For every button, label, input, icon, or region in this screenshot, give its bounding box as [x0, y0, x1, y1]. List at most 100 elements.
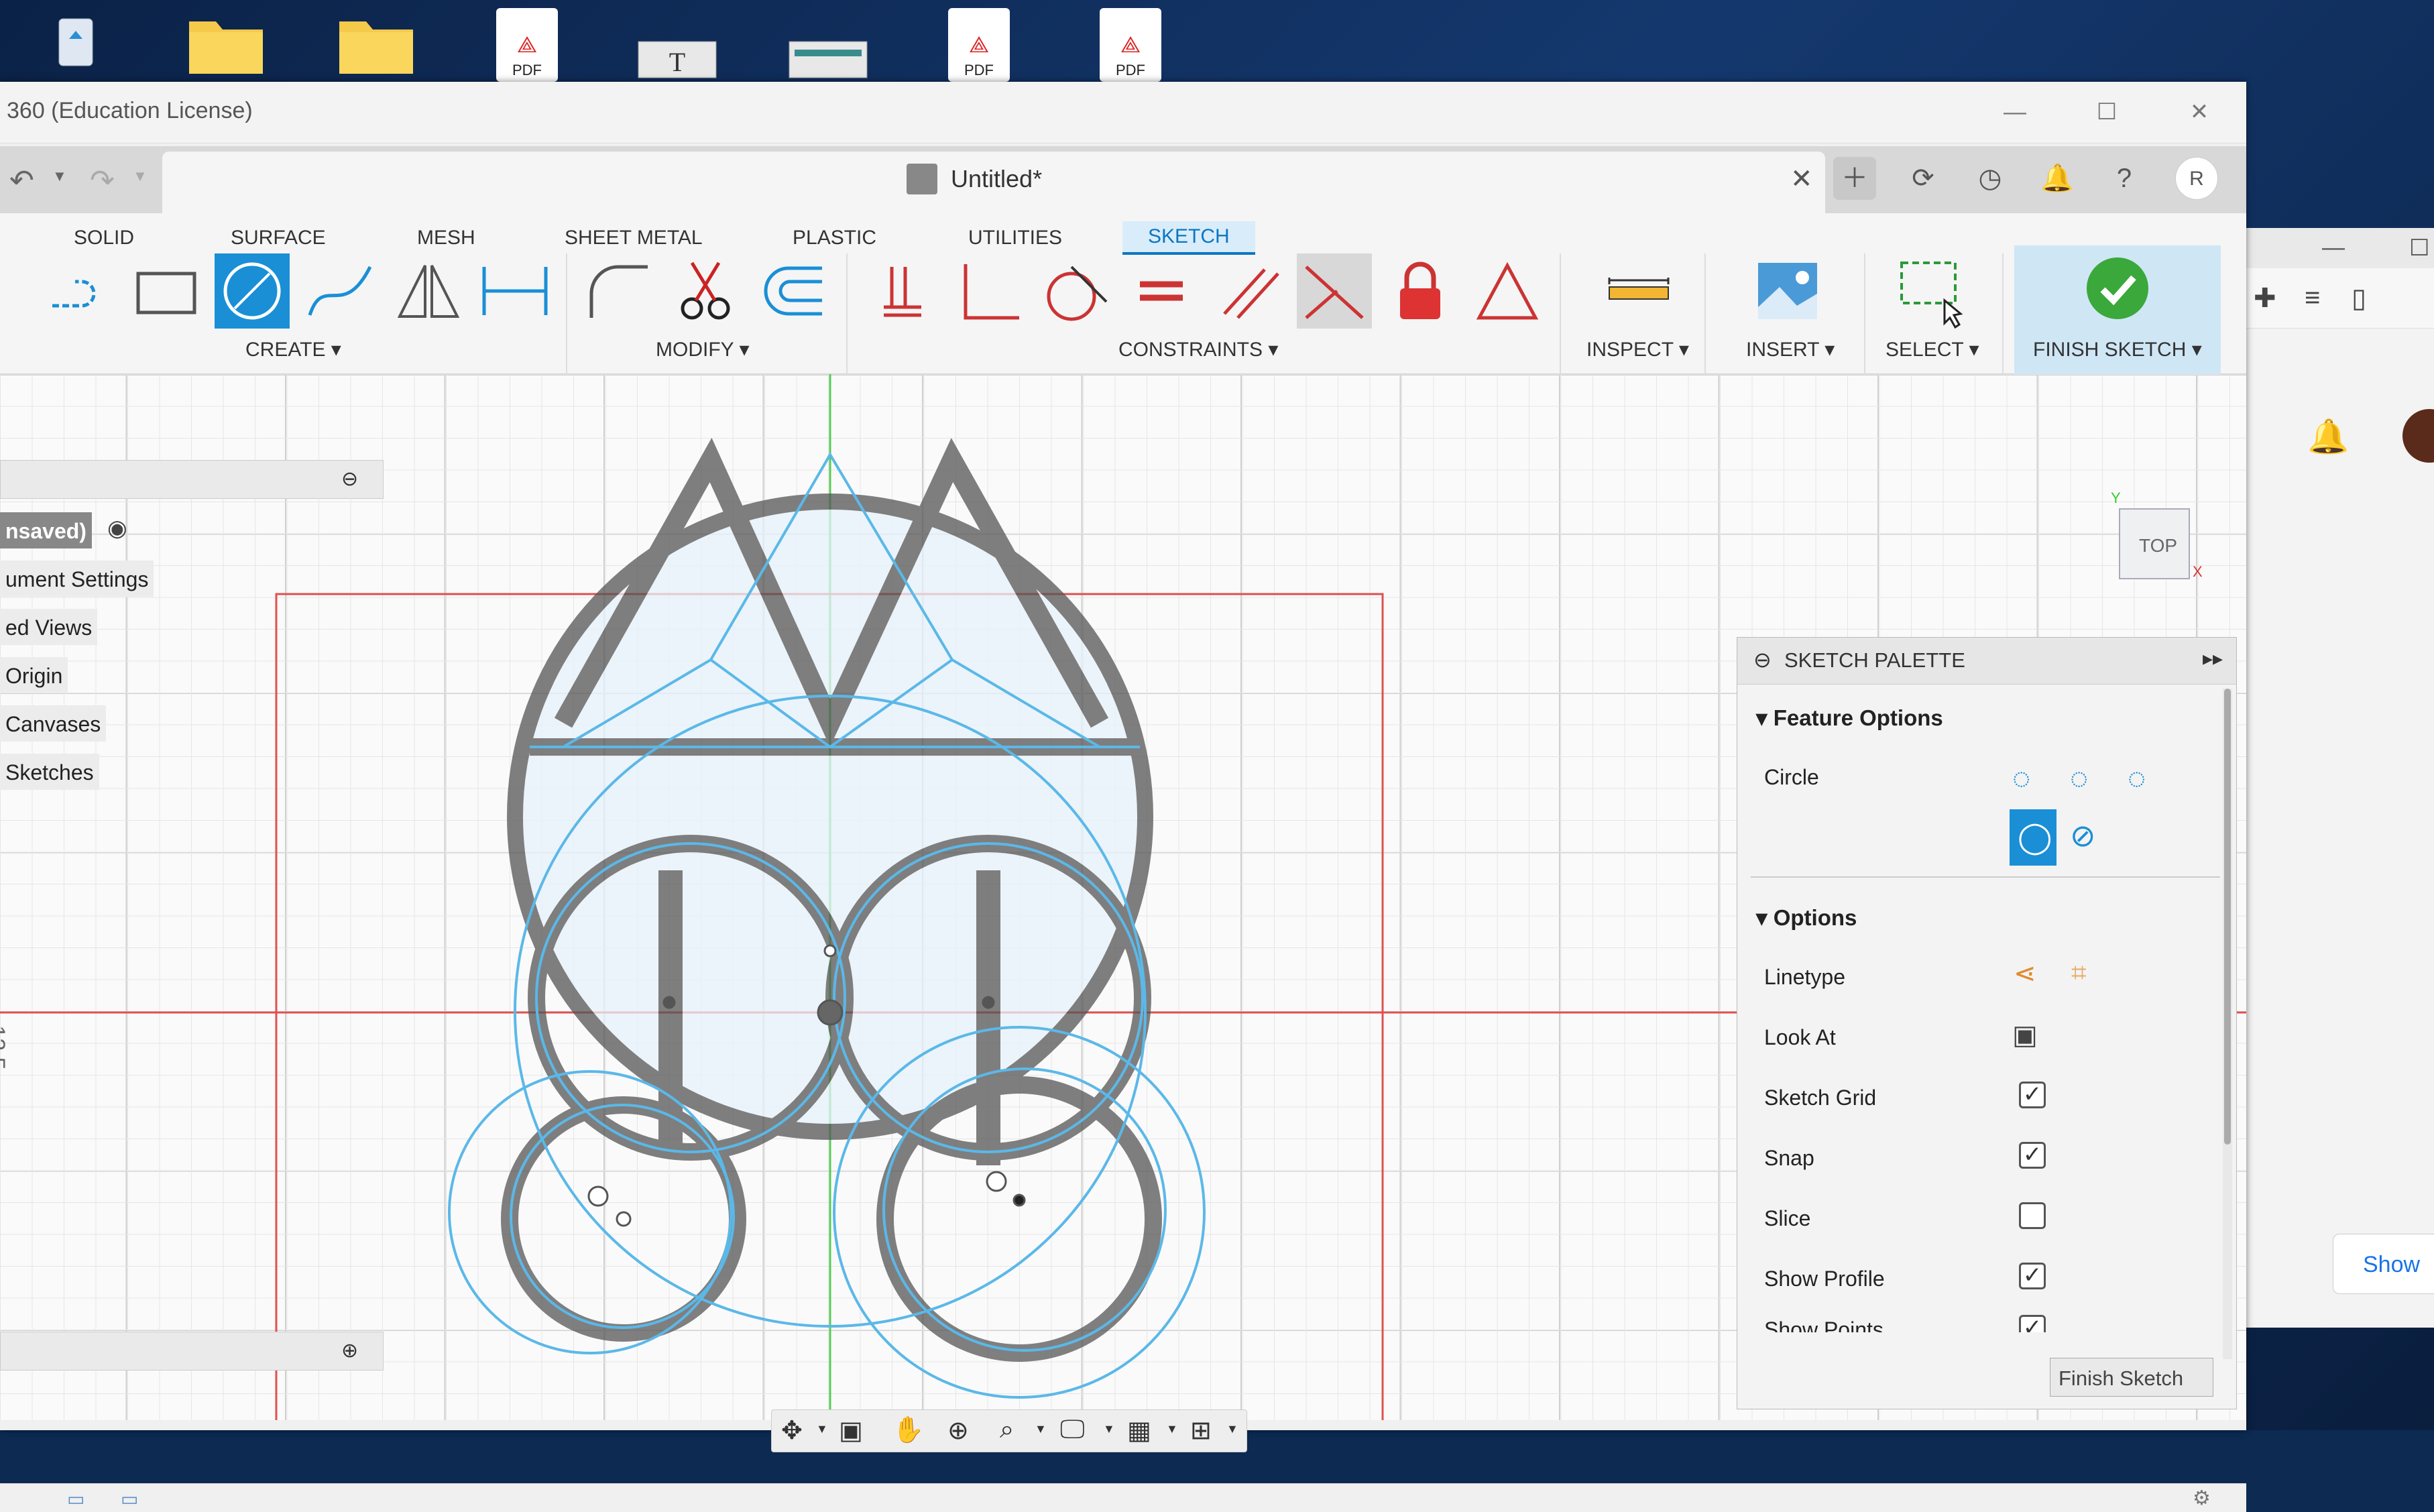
- options-heading[interactable]: ▾ Options: [1756, 905, 1857, 931]
- pan-hand-icon[interactable]: ✋: [892, 1415, 924, 1445]
- look-at-nav-icon[interactable]: ▣: [839, 1415, 863, 1446]
- orbit-dropdown-icon[interactable]: ▼: [816, 1422, 828, 1436]
- centerline-linetype-icon[interactable]: ⌗: [2071, 958, 2087, 988]
- redo-dropdown-icon[interactable]: ▼: [133, 168, 148, 185]
- offset-tool-icon[interactable]: [755, 253, 830, 329]
- zoom-icon[interactable]: ⊕: [947, 1415, 969, 1446]
- tab-solid[interactable]: SOLID: [74, 227, 134, 249]
- two-point-circle-icon[interactable]: ◌: [2070, 760, 2088, 796]
- fix-lock-constraint-icon[interactable]: [1383, 253, 1458, 329]
- look-at-icon[interactable]: ▣: [2012, 1020, 2038, 1051]
- extensions-icon[interactable]: ✚: [2254, 283, 2276, 314]
- media-queue-icon[interactable]: ≡: [2305, 283, 2320, 313]
- select-menu[interactable]: SELECT ▾: [1886, 338, 1979, 361]
- insert-image-icon[interactable]: [1750, 253, 1825, 329]
- pdf-file-icon[interactable]: ⟁ PDF: [495, 5, 575, 82]
- measure-ruler-icon[interactable]: [1601, 253, 1676, 329]
- bell-icon[interactable]: 🔔: [2307, 417, 2349, 457]
- browser-item-root[interactable]: nsaved): [0, 512, 92, 548]
- constraints-menu[interactable]: CONSTRAINTS ▾: [1118, 338, 1278, 361]
- perpendicular-constraint-icon[interactable]: [952, 253, 1027, 329]
- horizontal-vertical-constraint-icon[interactable]: [1297, 253, 1372, 329]
- side-panel-icon[interactable]: ▯: [2352, 283, 2366, 314]
- expand-palette-icon[interactable]: ▸▸: [2203, 647, 2223, 671]
- construction-linetype-icon[interactable]: ⋖: [2014, 958, 2036, 989]
- recycle-bin-icon[interactable]: [39, 5, 119, 79]
- inspect-menu[interactable]: INSPECT ▾: [1586, 338, 1689, 361]
- mirror-tool-icon[interactable]: [390, 253, 465, 329]
- browser-item-canvases[interactable]: Canvases: [0, 705, 107, 742]
- view-cube[interactable]: TOP Y X: [2111, 489, 2203, 586]
- activate-radio-icon[interactable]: ◉: [107, 515, 127, 542]
- tangent-constraint-icon[interactable]: [1038, 253, 1113, 329]
- slice-checkbox[interactable]: [2019, 1202, 2046, 1229]
- undo-icon[interactable]: ↶: [9, 164, 34, 198]
- insert-menu[interactable]: INSERT ▾: [1746, 338, 1835, 361]
- tangent-circle-option-selected[interactable]: ◯: [2010, 809, 2056, 866]
- collapse-icon[interactable]: ⊖: [341, 467, 358, 491]
- tab-surface[interactable]: SURFACE: [231, 227, 326, 249]
- close-icon[interactable]: ✕: [2179, 95, 2219, 129]
- viewports-icon[interactable]: ⊞: [1190, 1415, 1212, 1446]
- display-dropdown-icon[interactable]: ▼: [1103, 1422, 1115, 1436]
- parallel-constraint-icon[interactable]: [1211, 253, 1286, 329]
- notifications-bell-icon[interactable]: 🔔: [2036, 157, 2079, 200]
- minimize-icon[interactable]: —: [1995, 95, 2035, 129]
- browser-item-named-views[interactable]: ed Views: [0, 609, 98, 645]
- browser-item-origin[interactable]: Origin: [0, 657, 68, 693]
- dimension-tool-icon[interactable]: [477, 253, 553, 329]
- new-tab-icon[interactable]: ＋: [1833, 157, 1876, 200]
- minimize-icon[interactable]: —: [2322, 235, 2345, 261]
- undo-dropdown-icon[interactable]: ▼: [52, 168, 67, 185]
- job-status-icon[interactable]: ⟳: [1902, 157, 1945, 200]
- line-tool-icon[interactable]: [42, 253, 117, 329]
- view-cube-face[interactable]: TOP: [2119, 508, 2190, 579]
- add-comment-icon[interactable]: ⊕: [341, 1339, 358, 1362]
- tab-plastic[interactable]: PLASTIC: [793, 227, 876, 249]
- diameter-circle-icon[interactable]: ⊘: [2070, 817, 2096, 854]
- show-points-checkbox[interactable]: ✓: [2019, 1315, 2046, 1332]
- tab-sketch[interactable]: SKETCH: [1122, 221, 1255, 255]
- fillet-tool-icon[interactable]: [581, 253, 656, 329]
- timeline-feature-icon[interactable]: ▭: [67, 1488, 84, 1510]
- maximize-icon[interactable]: ☐: [2087, 95, 2127, 129]
- three-point-circle-icon[interactable]: ◌: [2128, 760, 2146, 796]
- trim-scissors-icon[interactable]: [668, 253, 743, 329]
- finish-sketch-menu[interactable]: FINISH SKETCH ▾: [2033, 338, 2202, 361]
- modify-menu[interactable]: MODIFY ▾: [656, 338, 750, 361]
- palette-scrollbar[interactable]: [2223, 689, 2232, 1359]
- avatar[interactable]: [2402, 409, 2434, 463]
- close-tab-icon[interactable]: ✕: [1790, 164, 1813, 194]
- finish-sketch-palette-button[interactable]: Finish Sketch: [2050, 1358, 2213, 1397]
- folder-icon[interactable]: [186, 5, 267, 79]
- circle-tool-icon[interactable]: [215, 253, 290, 329]
- rectangle-tool-icon[interactable]: [129, 253, 204, 329]
- center-diameter-circle-icon[interactable]: ◌: [2012, 760, 2030, 796]
- history-icon[interactable]: ◷: [1969, 157, 2012, 200]
- snap-checkbox[interactable]: ✓: [2019, 1142, 2046, 1169]
- viewports-dropdown-icon[interactable]: ▼: [1226, 1422, 1238, 1436]
- triangle-constraint-icon[interactable]: [1470, 253, 1545, 329]
- finish-sketch-button[interactable]: [2014, 245, 2221, 337]
- spline-tool-icon[interactable]: [303, 253, 378, 329]
- document-tab[interactable]: Untitled* ✕: [162, 152, 1825, 213]
- grid-dropdown-icon[interactable]: ▼: [1166, 1422, 1178, 1436]
- show-button[interactable]: Show: [2333, 1234, 2434, 1294]
- grid-settings-icon[interactable]: ▦: [1127, 1415, 1151, 1446]
- zoom-dropdown-icon[interactable]: ▼: [1035, 1422, 1047, 1436]
- equal-constraint-icon[interactable]: [1124, 253, 1199, 329]
- help-icon[interactable]: ?: [2103, 157, 2146, 200]
- pdf-file-icon[interactable]: ⟁ PDF: [1098, 5, 1179, 82]
- sketch-grid-checkbox[interactable]: ✓: [2019, 1082, 2046, 1108]
- create-menu[interactable]: CREATE ▾: [245, 338, 341, 361]
- folder-icon[interactable]: [337, 5, 417, 79]
- tab-sheet-metal[interactable]: SHEET METAL: [565, 227, 703, 249]
- pdf-file-icon[interactable]: ⟁ PDF: [947, 5, 1027, 82]
- select-window-icon[interactable]: [1892, 253, 1967, 329]
- tab-utilities[interactable]: UTILITIES: [968, 227, 1062, 249]
- redo-icon[interactable]: ↷: [90, 164, 115, 198]
- coincident-constraint-icon[interactable]: [865, 253, 940, 329]
- user-avatar[interactable]: R: [2175, 157, 2218, 200]
- orbit-icon[interactable]: ✥: [781, 1415, 803, 1446]
- palette-scroll-thumb[interactable]: [2224, 689, 2231, 1145]
